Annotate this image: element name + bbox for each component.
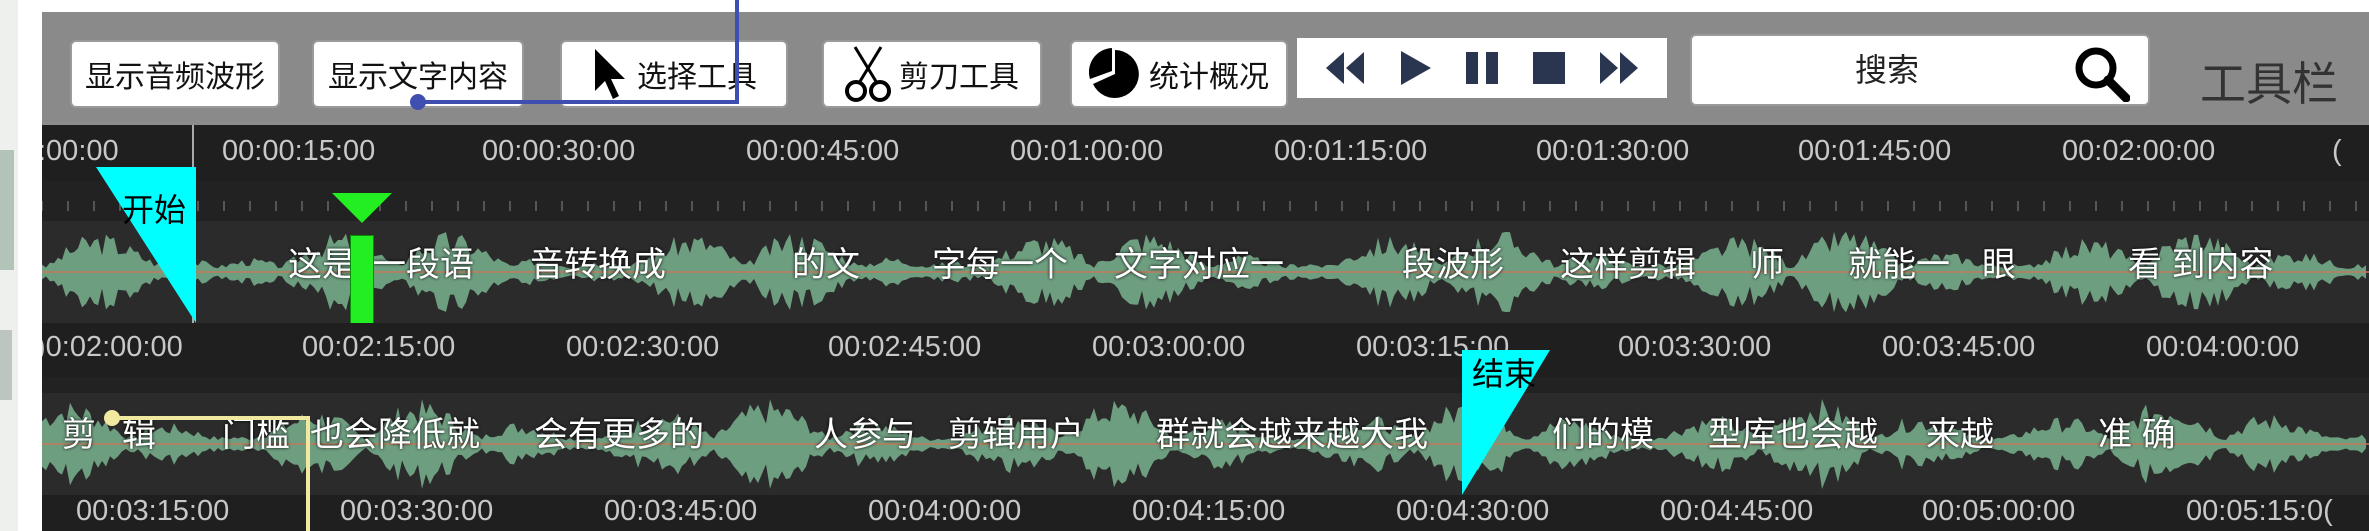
callout-connectors [104,0,739,531]
